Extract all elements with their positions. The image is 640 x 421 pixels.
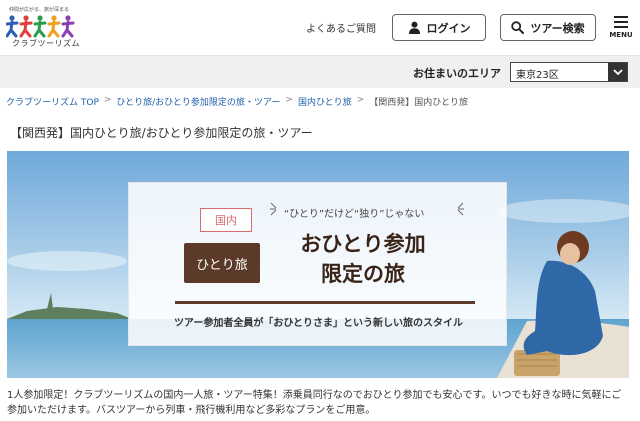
hero-banner[interactable]: 国内 ひとり旅 “ひとり”だけど“独り”じゃない おひとり参加 限定の旅 ツアー… — [7, 151, 629, 378]
area-select-value: 東京23区 — [516, 70, 559, 81]
search-label: ツアー検索 — [530, 21, 585, 35]
search-icon — [511, 21, 525, 34]
hamburger-icon — [614, 16, 628, 28]
tour-search-button[interactable]: ツアー検索 — [500, 14, 596, 41]
site-header: 仲間が広がる、旅が深まる クラブツーリズム よくあるご質問 ログイン ツアー検索… — [0, 0, 640, 56]
sparkle-left-icon — [270, 202, 277, 216]
breadcrumb-separator: > — [103, 95, 112, 105]
chevron-down-icon[interactable] — [608, 63, 627, 81]
breadcrumb-separator: > — [285, 95, 293, 105]
breadcrumb-current: 【関西発】国内ひとり旅 — [369, 98, 468, 108]
breadcrumb-domestic[interactable]: 国内ひとり旅 — [298, 95, 352, 108]
headline-divider — [175, 301, 475, 304]
headline-line-1: おひとり参加 — [300, 231, 426, 256]
banner-subtitle: ツアー参加者全員が「おひとりさま」という新しい旅のスタイル — [173, 318, 464, 329]
login-button[interactable]: ログイン — [392, 14, 486, 41]
breadcrumb-separator: > — [356, 95, 365, 105]
catchphrase: “ひとり”だけど“独り”じゃない — [284, 209, 425, 220]
area-select[interactable]: 東京23区 — [510, 62, 628, 82]
logo-figures-icon — [6, 15, 75, 38]
solo-travel-badge: ひとり旅 — [184, 243, 260, 283]
breadcrumb-home[interactable]: クラブツーリズム TOP — [6, 95, 99, 108]
user-icon — [408, 21, 420, 34]
sparkle-right-icon — [457, 202, 464, 216]
banner-headline: おひとり参加 限定の旅 — [273, 229, 453, 289]
headline-line-2: 限定の旅 — [321, 261, 405, 286]
logo-name: クラブツーリズム — [12, 39, 80, 48]
area-bar: お住まいのエリア 東京23区 — [0, 56, 640, 88]
brand-logo[interactable]: 仲間が広がる、旅が深まる クラブツーリズム — [6, 6, 86, 50]
area-label: お住まいのエリア — [413, 67, 501, 80]
domestic-badge: 国内 — [200, 208, 252, 232]
breadcrumb: クラブツーリズム TOP > ひとり旅/おひとり参加限定の旅・ツアー > 国内ひ… — [6, 95, 468, 108]
menu-button[interactable]: MENU — [607, 15, 635, 43]
banner-card: 国内 ひとり旅 “ひとり”だけど“独り”じゃない おひとり参加 限定の旅 ツアー… — [128, 182, 507, 346]
faq-link[interactable]: よくあるご質問 — [306, 20, 376, 35]
breadcrumb-solo-travel[interactable]: ひとり旅/おひとり参加限定の旅・ツアー — [116, 95, 280, 108]
login-label: ログイン — [426, 21, 471, 35]
menu-label: MENU — [609, 31, 633, 39]
page-title: 【関西発】国内ひとり旅/おひとり参加限定の旅・ツアー — [10, 126, 313, 140]
logo-tagline: 仲間が広がる、旅が深まる — [9, 7, 70, 13]
intro-description: 1人参加限定！クラブツーリズムの国内一人旅・ツアー特集！添乗員同行なのでおひとり… — [7, 390, 622, 416]
